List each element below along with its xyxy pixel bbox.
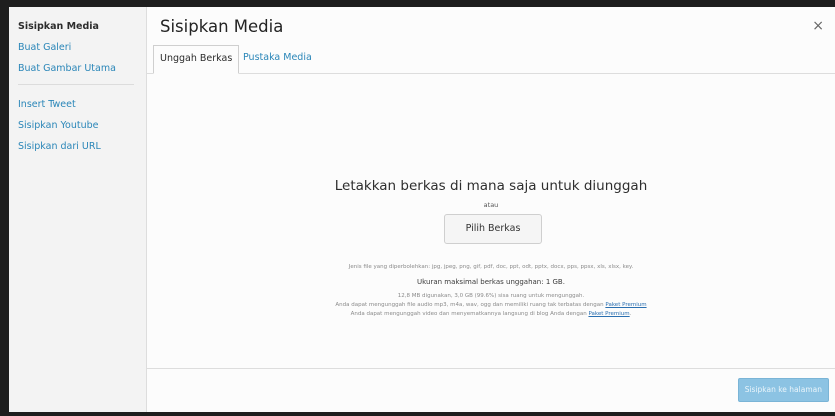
- sidebar-item-sisipkan-media[interactable]: Sisipkan Media: [9, 19, 146, 35]
- video-note-text: Anda dapat mengunggah video dan menyemat…: [350, 311, 587, 317]
- media-sidebar: Sisipkan Media Buat Galeri Buat Gambar U…: [9, 7, 147, 412]
- page-title: Sisipkan Media: [160, 17, 284, 36]
- tab-pustaka-media[interactable]: Pustaka Media: [237, 45, 318, 70]
- sidebar-item-buat-gambar-utama[interactable]: Buat Gambar Utama: [9, 61, 146, 77]
- video-note-suffix: .: [629, 311, 632, 317]
- select-files-button[interactable]: Pilih Berkas: [444, 214, 542, 244]
- upload-heading: Letakkan berkas di mana saja untuk diung…: [334, 178, 648, 194]
- modal-footer: Sisipkan ke halaman: [147, 368, 835, 412]
- sidebar-item-buat-galeri[interactable]: Buat Galeri: [9, 40, 146, 56]
- audio-note-text: Anda dapat mengunggah file audio mp3, m4…: [335, 302, 604, 308]
- max-size-text: Ukuran maksimal berkas unggahan: 1 GB.: [417, 278, 565, 286]
- media-modal: Sisipkan Media Buat Galeri Buat Gambar U…: [9, 7, 835, 412]
- sidebar-divider: [18, 84, 134, 85]
- upload-dropzone[interactable]: Letakkan berkas di mana saja untuk diung…: [147, 74, 835, 374]
- video-note: Anda dapat mengunggah video dan menyemat…: [147, 311, 835, 317]
- storage-used-text: 12,8 MB digunakan, 3,0 GB (99.6%) sisa r…: [397, 293, 585, 299]
- audio-note: Anda dapat mengunggah file audio mp3, m4…: [147, 302, 835, 308]
- video-premium-link[interactable]: Paket Premium: [588, 311, 629, 317]
- sidebar-item-sisipkan-dari-url[interactable]: Sisipkan dari URL: [9, 139, 146, 155]
- allowed-types-text: Jenis file yang diperbolehkan: jpg, jpeg…: [348, 264, 634, 270]
- close-icon[interactable]: ×: [812, 19, 824, 33]
- sidebar-item-sisipkan-youtube[interactable]: Sisipkan Youtube: [9, 118, 146, 134]
- insert-into-page-button[interactable]: Sisipkan ke halaman: [737, 378, 829, 402]
- or-text: atau: [483, 201, 499, 209]
- tab-unggah-berkas[interactable]: Unggah Berkas: [153, 45, 240, 74]
- media-tabs: Unggah Berkas Pustaka Media: [147, 42, 835, 74]
- media-main: Sisipkan Media × Unggah Berkas Pustaka M…: [147, 7, 835, 412]
- audio-premium-link[interactable]: Paket Premium: [605, 302, 646, 308]
- sidebar-item-insert-tweet[interactable]: Insert Tweet: [9, 97, 146, 113]
